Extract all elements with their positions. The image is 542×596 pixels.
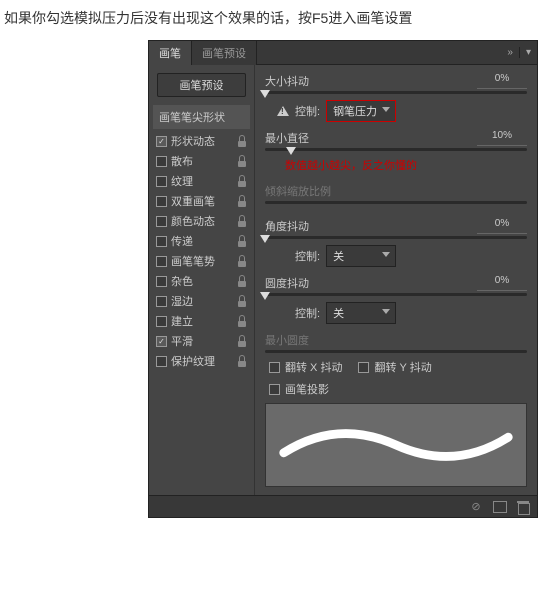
flip-y-checkbox[interactable] <box>358 362 369 373</box>
lock-icon[interactable] <box>237 355 247 367</box>
roundness-jitter-label: 圆度抖动 <box>265 275 309 291</box>
sidebar-item-label: 双重画笔 <box>171 193 233 209</box>
sidebar-item-3[interactable]: 双重画笔 <box>153 191 250 211</box>
trash-icon[interactable] <box>517 501 529 513</box>
brush-projection-checkbox[interactable] <box>269 384 280 395</box>
sidebar-item-1[interactable]: 散布 <box>153 151 250 171</box>
angle-jitter-slider[interactable] <box>265 236 527 239</box>
sidebar-item-label: 纹理 <box>171 173 233 189</box>
toggle-icon[interactable]: ⊘ <box>469 500 483 513</box>
tab-brush[interactable]: 画笔 <box>149 41 192 65</box>
sidebar-item-label: 平滑 <box>171 333 233 349</box>
lock-icon[interactable] <box>237 215 247 227</box>
sidebar-item-label: 形状动态 <box>171 133 233 149</box>
roundness-control-select[interactable]: 关 <box>326 302 396 324</box>
sidebar-item-0[interactable]: ✓ 形状动态 <box>153 131 250 151</box>
sidebar-item-label: 湿边 <box>171 293 233 309</box>
panel-footer: ⊘ <box>149 495 537 517</box>
lock-icon[interactable] <box>237 235 247 247</box>
annotation-text: 数值越小越尖，反之你懂的 <box>265 157 527 173</box>
tilt-scale-slider <box>265 201 527 204</box>
sidebar-item-4[interactable]: 颜色动态 <box>153 211 250 231</box>
angle-control-select[interactable]: 关 <box>326 245 396 267</box>
sidebar-item-6[interactable]: 画笔笔势 <box>153 251 250 271</box>
tab-brush-presets[interactable]: 画笔预设 <box>192 41 257 65</box>
sidebar-item-label: 散布 <box>171 153 233 169</box>
angle-jitter-value[interactable]: 0% <box>477 218 527 234</box>
checkbox[interactable] <box>156 176 167 187</box>
lock-icon[interactable] <box>237 255 247 267</box>
min-roundness-label: 最小圆度 <box>265 332 309 348</box>
checkbox[interactable]: ✓ <box>156 136 167 147</box>
checkbox[interactable] <box>156 196 167 207</box>
sidebar-item-label: 建立 <box>171 313 233 329</box>
checkbox[interactable] <box>156 296 167 307</box>
lock-icon[interactable] <box>237 335 247 347</box>
angle-jitter-label: 角度抖动 <box>265 218 309 234</box>
checkbox[interactable] <box>156 356 167 367</box>
checkbox[interactable] <box>156 156 167 167</box>
tilt-scale-label: 倾斜缩放比例 <box>265 183 331 199</box>
sidebar-item-label: 传递 <box>171 233 233 249</box>
flip-x-label: 翻转 X 抖动 <box>285 359 342 375</box>
panel-titlebar: 画笔 画笔预设 » ▾ <box>149 41 537 65</box>
min-roundness-slider <box>265 350 527 353</box>
checkbox[interactable] <box>156 216 167 227</box>
sidebar-item-8[interactable]: 湿边 <box>153 291 250 311</box>
checkbox[interactable] <box>156 276 167 287</box>
brush-tip-shape-header[interactable]: 画笔笔尖形状 <box>153 105 250 129</box>
sidebar-item-2[interactable]: 纹理 <box>153 171 250 191</box>
checkbox[interactable]: ✓ <box>156 336 167 347</box>
instruction-text: 如果你勾选模拟压力后没有出现这个效果的话，按F5进入画笔设置 <box>0 0 542 40</box>
roundness-jitter-value[interactable]: 0% <box>477 275 527 291</box>
lock-icon[interactable] <box>237 175 247 187</box>
brush-projection-label: 画笔投影 <box>285 381 329 397</box>
collapse-icon[interactable]: » <box>501 47 519 58</box>
lock-icon[interactable] <box>237 135 247 147</box>
lock-icon[interactable] <box>237 155 247 167</box>
control-label: 控制: <box>295 103 320 119</box>
sidebar-item-7[interactable]: 杂色 <box>153 271 250 291</box>
min-diameter-label: 最小直径 <box>265 130 309 146</box>
size-jitter-slider[interactable] <box>265 91 527 94</box>
min-diameter-slider[interactable] <box>265 148 527 151</box>
brush-panel: 画笔 画笔预设 » ▾ 画笔预设 画笔笔尖形状 ✓ 形状动态散布纹理双重画笔颜色动… <box>148 40 538 518</box>
lock-icon[interactable] <box>237 315 247 327</box>
flip-x-checkbox[interactable] <box>269 362 280 373</box>
size-jitter-label: 大小抖动 <box>265 73 309 89</box>
sidebar-item-11[interactable]: 保护纹理 <box>153 351 250 371</box>
main-settings: 大小抖动 0% 控制: 钢笔压力 最小直径 10% 数值越小越尖，反之你懂的 倾斜缩放… <box>255 65 537 495</box>
roundness-jitter-slider[interactable] <box>265 293 527 296</box>
brush-presets-button[interactable]: 画笔预设 <box>157 73 246 97</box>
checkbox[interactable] <box>156 236 167 247</box>
brush-preview <box>265 403 527 487</box>
min-diameter-value[interactable]: 10% <box>477 130 527 146</box>
sidebar-item-label: 画笔笔势 <box>171 253 233 269</box>
checkbox[interactable] <box>156 316 167 327</box>
flip-y-label: 翻转 Y 抖动 <box>374 359 431 375</box>
sidebar-item-5[interactable]: 传递 <box>153 231 250 251</box>
lock-icon[interactable] <box>237 275 247 287</box>
warning-icon <box>277 106 289 116</box>
sidebar-item-9[interactable]: 建立 <box>153 311 250 331</box>
control-select-pen-pressure[interactable]: 钢笔压力 <box>326 100 396 122</box>
checkbox[interactable] <box>156 256 167 267</box>
sidebar-item-label: 杂色 <box>171 273 233 289</box>
sidebar: 画笔预设 画笔笔尖形状 ✓ 形状动态散布纹理双重画笔颜色动态传递画笔笔势杂色湿边建… <box>149 65 255 495</box>
new-preset-icon[interactable] <box>493 501 507 513</box>
control-label-3: 控制: <box>295 305 320 321</box>
sidebar-item-label: 保护纹理 <box>171 353 233 369</box>
sidebar-item-10[interactable]: ✓ 平滑 <box>153 331 250 351</box>
sidebar-item-label: 颜色动态 <box>171 213 233 229</box>
control-label-2: 控制: <box>295 248 320 264</box>
menu-icon[interactable]: ▾ <box>519 47 537 58</box>
size-jitter-value[interactable]: 0% <box>477 73 527 89</box>
lock-icon[interactable] <box>237 295 247 307</box>
lock-icon[interactable] <box>237 195 247 207</box>
